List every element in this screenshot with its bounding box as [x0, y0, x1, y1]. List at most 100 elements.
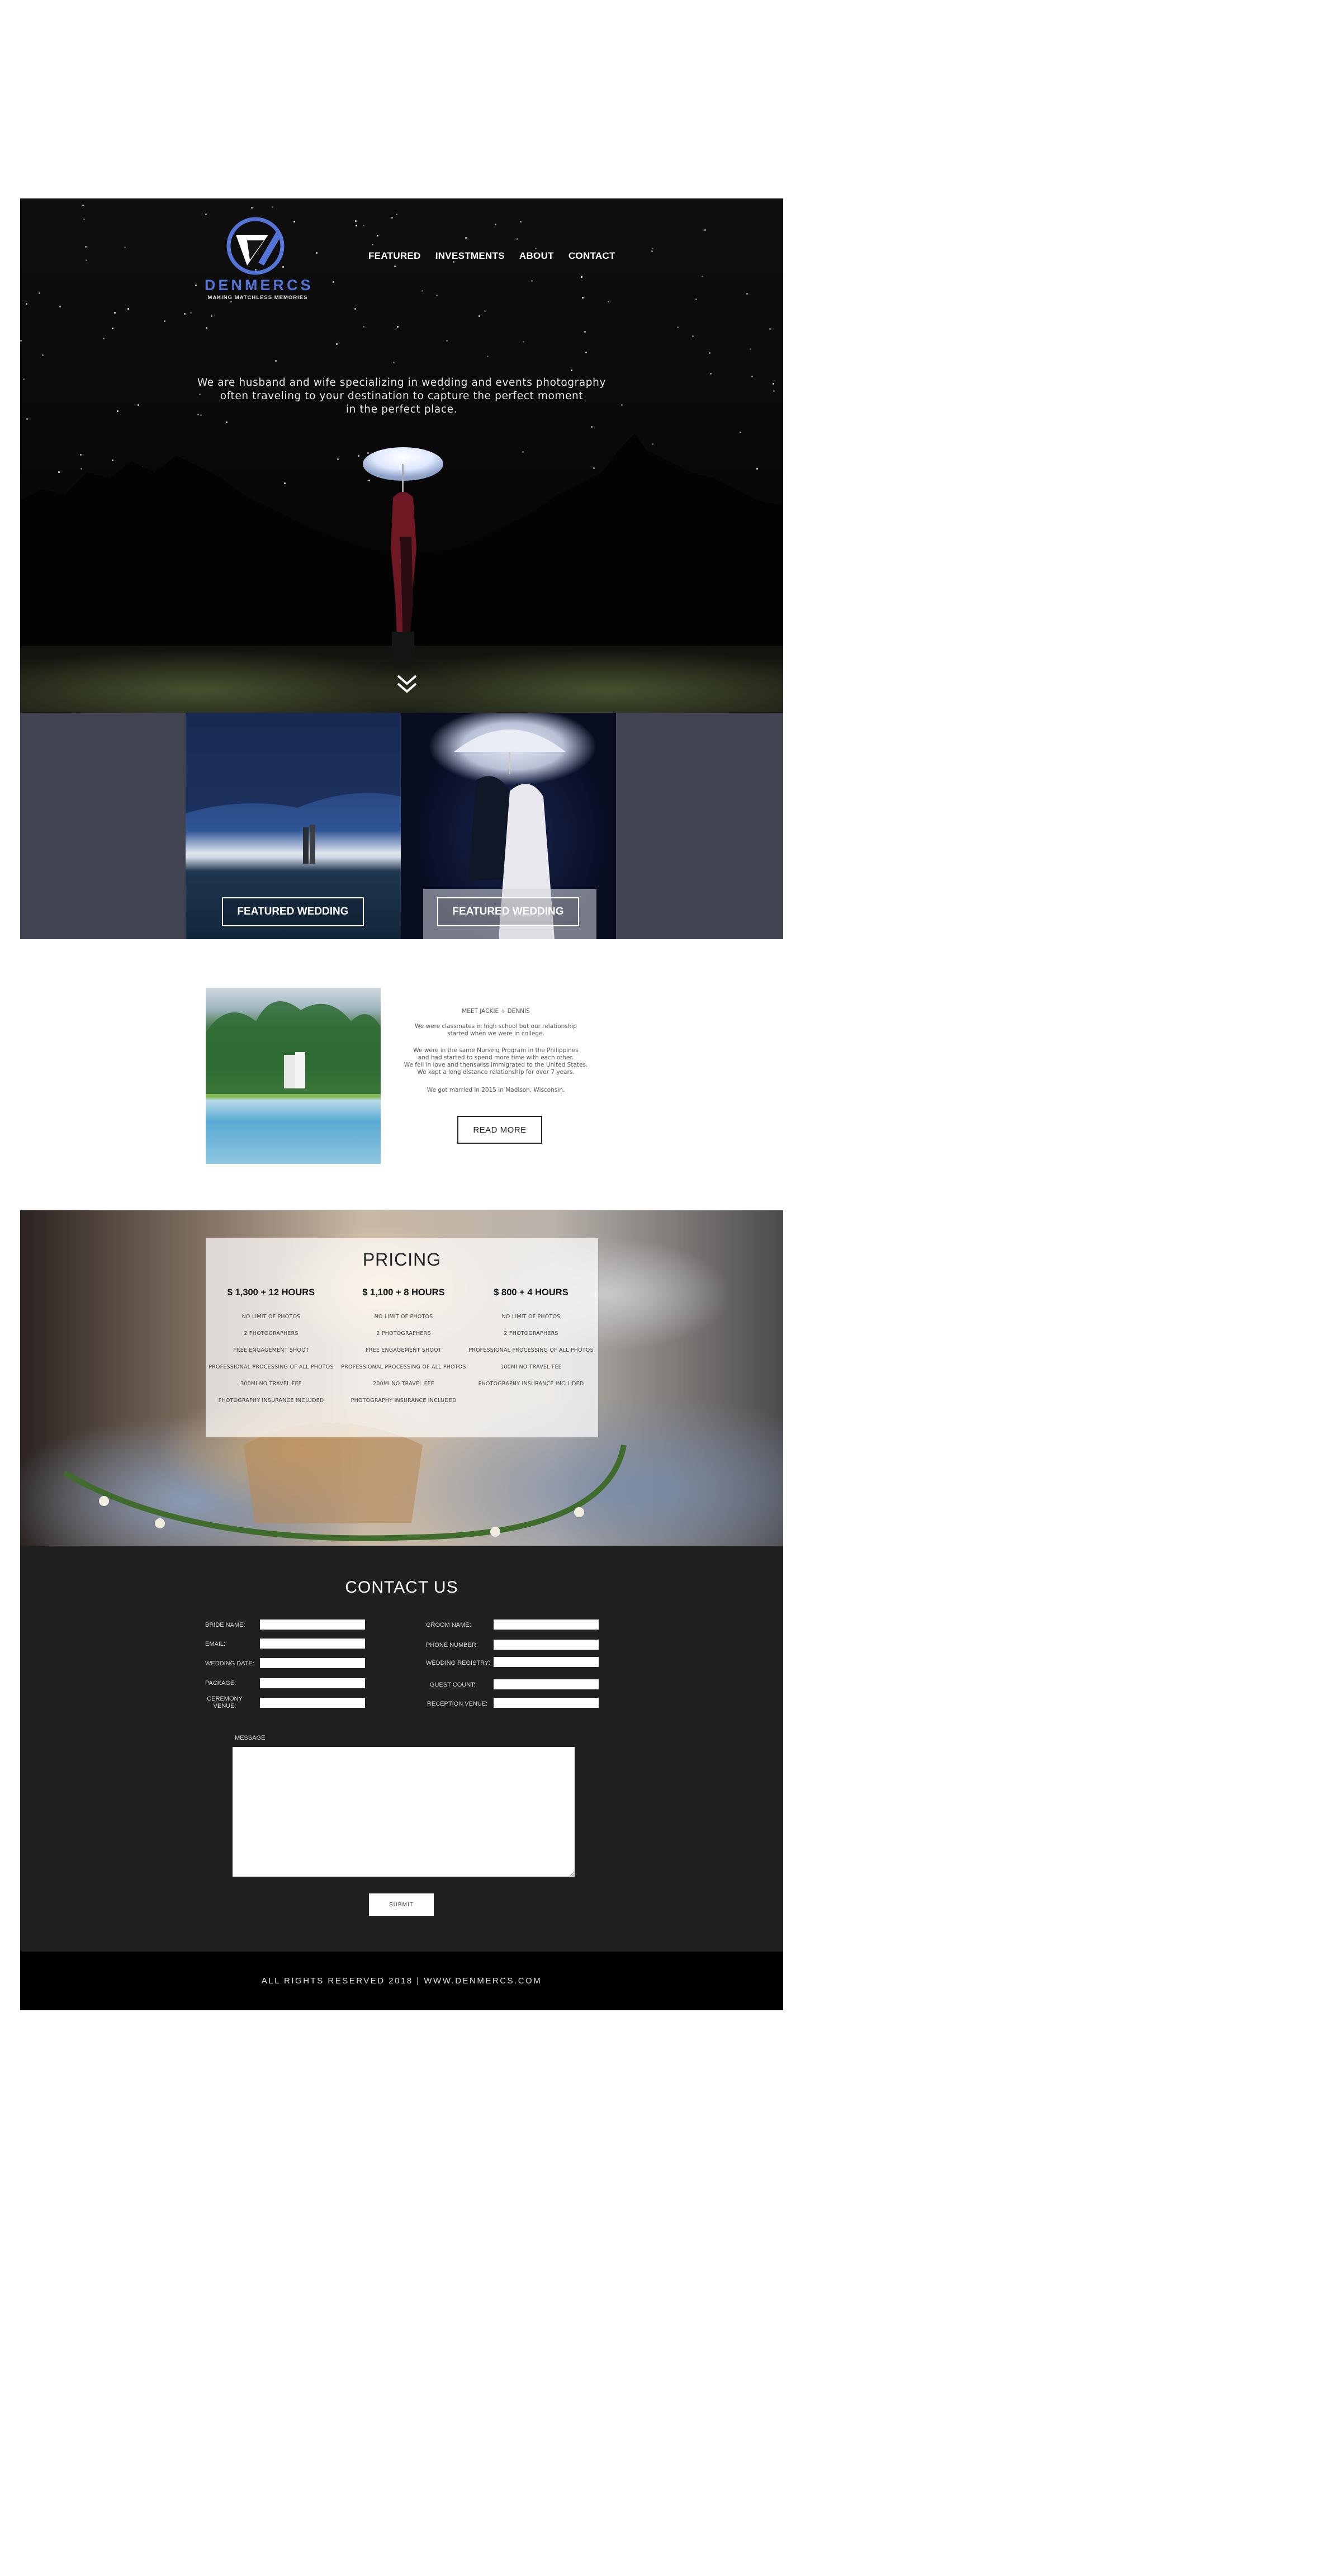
star-dot [571, 370, 572, 371]
price-feature: 2 PHOTOGRAPHERS [504, 1330, 558, 1337]
star-dot [138, 404, 139, 406]
main-nav: FEATURED INVESTMENTS ABOUT CONTACT [368, 250, 630, 262]
bride-name-field[interactable] [260, 1620, 365, 1630]
star-dot [336, 343, 338, 345]
package-label: PACKAGE: [205, 1680, 236, 1687]
hero-tagline: We are husband and wife specializing in … [188, 376, 615, 416]
star-dot [709, 352, 710, 354]
wedding-registry-label: WEDDING REGISTRY: [426, 1660, 490, 1666]
star-dot [421, 290, 423, 292]
nav-contact[interactable]: CONTACT [568, 250, 615, 262]
star-dot [651, 250, 653, 252]
star-dot [372, 244, 373, 245]
wedding-date-field[interactable] [260, 1658, 365, 1668]
guest-count-field[interactable] [494, 1679, 599, 1689]
star-dot [363, 225, 364, 226]
price-feature: PROFESSIONAL PROCESSING OF ALL PHOTOS [209, 1364, 334, 1370]
ceremony-venue-field[interactable] [260, 1698, 365, 1708]
reception-venue-field[interactable] [494, 1698, 599, 1708]
read-more-button[interactable]: READ MORE [457, 1116, 542, 1144]
hero-tagline-line: We are husband and wife specializing in … [197, 377, 606, 389]
featured-wedding-button[interactable]: FEATURED WEDDING [437, 897, 579, 926]
phone-number-field[interactable] [494, 1640, 599, 1650]
ceremony-venue-label: CEREMONY VENUE: [207, 1696, 243, 1710]
nav-investments[interactable]: INVESTMENTS [435, 250, 505, 262]
price-feature: PROFESSIONAL PROCESSING OF ALL PHOTOS [341, 1364, 466, 1370]
star-dot [436, 295, 438, 296]
star-dot [377, 235, 378, 236]
price-feature: 2 PHOTOGRAPHERS [244, 1330, 299, 1337]
star-dot [582, 297, 584, 299]
star-dot [695, 299, 697, 300]
package-field[interactable] [260, 1678, 365, 1688]
price-feature: NO LIMIT OF PHOTOS [374, 1314, 433, 1320]
about-paragraph: We were classmates in high school but ou… [401, 1023, 591, 1038]
star-dot [272, 206, 273, 208]
groom-name-field[interactable] [494, 1620, 599, 1630]
star-dot [487, 356, 489, 357]
star-dot [184, 313, 186, 315]
chevron-double-down-icon[interactable] [395, 673, 419, 697]
star-dot [82, 205, 84, 206]
price-feature: FREE ENGAGEMENT SHOOT [366, 1347, 442, 1353]
star-dot [446, 340, 448, 342]
price-package: $ 800 + 4 HOURS NO LIMIT OF PHOTOS 2 PHO… [464, 1287, 598, 1398]
featured-wedding-button[interactable]: FEATURED WEDDING [222, 897, 364, 926]
star-dot [479, 315, 480, 317]
wedding-registry-field[interactable] [494, 1657, 599, 1667]
hero-section: DENMERCS MAKING MATCHLESS MEMORIES FEATU… [20, 198, 783, 713]
star-dot [83, 219, 85, 220]
footer: ALL RIGHTS RESERVED 2018 | WWW.DENMERCS.… [20, 1952, 783, 2010]
star-dot [608, 301, 609, 302]
star-dot [251, 207, 253, 209]
star-dot [85, 246, 87, 248]
about-line: We fell in love and thenswiss immigrated… [404, 1062, 588, 1068]
brand-name: DENMERCS [205, 277, 314, 293]
price-heading: $ 1,300 + 12 HOURS [227, 1287, 315, 1298]
pricing-section: PRICING $ 1,300 + 12 HOURS NO LIMIT OF P… [20, 1210, 783, 1546]
star-dot [164, 320, 165, 322]
price-feature: 100MI NO TRAVEL FEE [500, 1364, 562, 1370]
star-dot [230, 301, 232, 302]
star-dot [704, 229, 706, 231]
groom-name-label: GROOM NAME: [426, 1622, 471, 1628]
price-feature: FREE ENGAGEMENT SHOOT [233, 1347, 309, 1353]
star-dot [394, 266, 396, 267]
star-dot [59, 306, 61, 307]
nav-about[interactable]: ABOUT [519, 250, 554, 262]
star-dot [535, 248, 537, 249]
star-dot [112, 328, 113, 329]
star-dot [396, 214, 397, 215]
featured-wedding-card[interactable]: FEATURED WEDDING [401, 713, 616, 939]
star-dot [26, 303, 27, 305]
star-dot [397, 326, 399, 328]
hero-tagline-line: often traveling to your destination to c… [220, 390, 584, 402]
star-dot [484, 310, 486, 312]
star-dot [621, 404, 623, 406]
star-dot [103, 338, 105, 339]
star-dot [581, 276, 582, 278]
about-line: We kept a long distance relationship for… [417, 1069, 575, 1076]
submit-button[interactable]: SUBMIT [369, 1893, 434, 1916]
featured-section: FEATURED WEDDING FEATURED WEDDING [20, 713, 783, 939]
star-dot [465, 237, 467, 239]
bride-name-label: BRIDE NAME: [205, 1622, 245, 1628]
about-line: started when we were in college. [447, 1030, 544, 1037]
star-dot [195, 285, 197, 286]
featured-wedding-card[interactable]: FEATURED WEDDING [186, 713, 401, 939]
email-field[interactable] [260, 1639, 365, 1649]
price-feature: 2 PHOTOGRAPHERS [376, 1330, 431, 1337]
about-paragraph: We were in the same Nursing Program in t… [401, 1047, 591, 1076]
price-feature: NO LIMIT OF PHOTOS [241, 1314, 301, 1320]
denmercs-logo-icon[interactable] [225, 215, 286, 277]
message-label: MESSAGE [235, 1735, 266, 1741]
price-package: $ 1,300 + 12 HOURS NO LIMIT OF PHOTOS 2 … [204, 1287, 338, 1414]
star-dot [205, 214, 207, 215]
star-dot [391, 217, 393, 219]
nav-featured[interactable]: FEATURED [368, 250, 421, 262]
star-dot [354, 308, 356, 310]
star-dot [124, 247, 126, 248]
price-feature: PHOTOGRAPHY INSURANCE INCLUDED [218, 1398, 324, 1404]
message-field[interactable] [233, 1747, 575, 1877]
star-dot [495, 224, 496, 225]
